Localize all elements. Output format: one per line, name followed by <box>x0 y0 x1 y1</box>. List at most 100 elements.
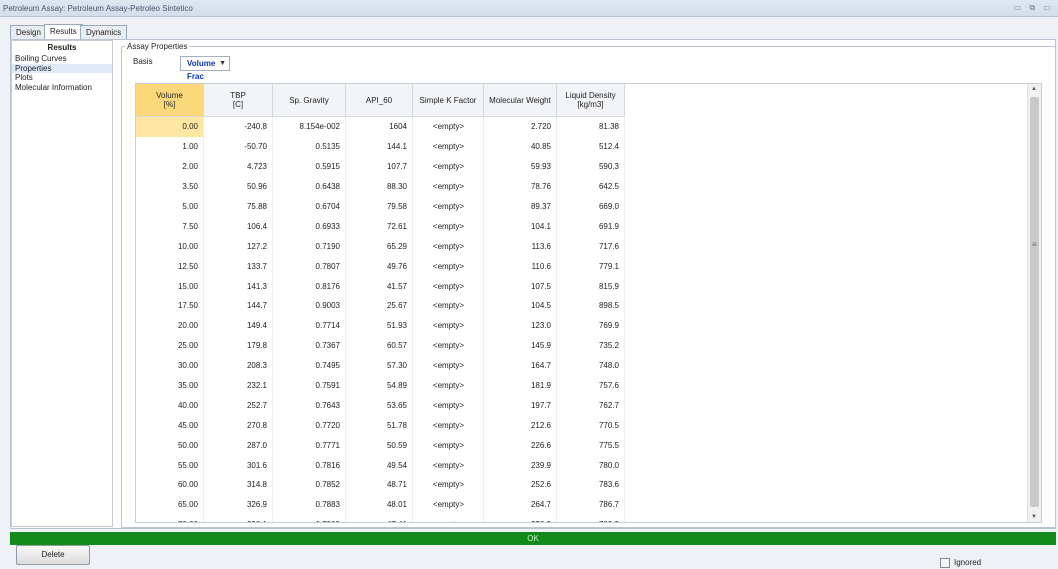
table-cell[interactable]: 0.6438 <box>272 176 346 197</box>
table-cell[interactable]: 314.8 <box>203 475 273 495</box>
table-cell[interactable]: 45.00 <box>136 415 204 436</box>
table-cell[interactable]: 642.5 <box>556 176 625 197</box>
scroll-thumb[interactable] <box>1030 97 1039 507</box>
table-cell[interactable]: 0.7720 <box>272 415 346 436</box>
table-cell[interactable]: 70.00 <box>136 514 204 522</box>
tab-results[interactable]: Results <box>44 24 83 39</box>
table-cell[interactable]: 0.9003 <box>272 296 346 316</box>
table-cell[interactable]: 0.6933 <box>272 216 346 237</box>
column-header-liquid-density[interactable]: Liquid Density [kg/m3] <box>556 84 625 117</box>
column-header-volume[interactable]: Volume [%] <box>136 84 204 117</box>
table-cell[interactable]: <empty> <box>412 276 484 297</box>
table-cell[interactable]: 226.6 <box>483 435 557 456</box>
table-cell[interactable]: 264.7 <box>483 494 557 515</box>
scroll-down-icon[interactable]: ▼ <box>1031 514 1037 520</box>
table-cell[interactable]: 47.41 <box>345 514 413 522</box>
table-cell[interactable]: 0.8176 <box>272 276 346 297</box>
table-cell[interactable]: 2.00 <box>136 156 204 177</box>
table-cell[interactable]: <empty> <box>412 296 484 316</box>
table-row[interactable]: 0.00 -240.8 8.154e-002 1604 <empty> 2.720 81.3… <box>136 116 625 137</box>
table-cell[interactable]: 1604 <box>345 116 413 137</box>
table-cell[interactable]: <empty> <box>412 136 484 157</box>
table-cell[interactable]: 17.50 <box>136 296 204 316</box>
table-cell[interactable]: <empty> <box>412 355 484 376</box>
table-cell[interactable]: 0.7852 <box>272 475 346 495</box>
table-row[interactable]: 70.00338.10.790947.41<empty>276.3789.3 <box>136 514 625 522</box>
checkbox-icon[interactable] <box>940 558 950 568</box>
window-controls[interactable]: ▭ ⧉ ▭ <box>1014 3 1054 13</box>
table-cell[interactable]: <empty> <box>412 415 484 436</box>
table-cell[interactable]: <empty> <box>412 216 484 237</box>
table-cell[interactable]: 141.3 <box>203 276 273 297</box>
table-cell[interactable]: <empty> <box>412 514 484 522</box>
table-cell[interactable]: 0.7591 <box>272 375 346 396</box>
table-cell[interactable]: 79.58 <box>345 196 413 217</box>
table-cell[interactable]: 770.5 <box>556 415 625 436</box>
table-cell[interactable]: 164.7 <box>483 355 557 376</box>
table-cell[interactable]: 55.00 <box>136 455 204 476</box>
table-cell[interactable]: 0.7807 <box>272 256 346 277</box>
properties-grid[interactable]: Volume [%] TBP [C] Sp. Gravity API_60 Simp… <box>135 83 1042 523</box>
table-cell[interactable]: -240.8 <box>203 116 273 137</box>
nav-item-plots[interactable]: Plots <box>12 73 112 83</box>
table-cell[interactable]: 769.9 <box>556 315 625 336</box>
table-cell[interactable]: 51.93 <box>345 315 413 336</box>
table-cell[interactable]: 30.00 <box>136 355 204 376</box>
table-cell[interactable]: 0.7643 <box>272 395 346 416</box>
table-cell[interactable]: <empty> <box>412 455 484 476</box>
table-cell[interactable]: 75.88 <box>203 196 273 217</box>
table-cell[interactable]: 3.50 <box>136 176 204 197</box>
table-cell[interactable]: 65.00 <box>136 494 204 515</box>
tab-design[interactable]: Design <box>10 25 47 39</box>
table-cell[interactable]: 0.7771 <box>272 435 346 456</box>
column-header-tbp[interactable]: TBP [C] <box>203 84 273 117</box>
table-cell[interactable]: 762.7 <box>556 395 625 416</box>
table-cell[interactable]: 4.723 <box>203 156 273 177</box>
table-cell[interactable]: 5.00 <box>136 196 204 217</box>
table-cell[interactable]: <empty> <box>412 475 484 495</box>
table-cell[interactable]: 252.7 <box>203 395 273 416</box>
table-row[interactable]: 10.00 127.2 0.7190 65.29 <empty> 113.6 717.6 <box>136 236 625 257</box>
table-cell[interactable]: 0.7367 <box>272 335 346 356</box>
column-header-simple-k-factor[interactable]: Simple K Factor <box>412 84 484 117</box>
table-row[interactable]: 7.50 106.4 0.6933 72.61 <empty> 104.1 691.9 <box>136 216 625 237</box>
table-cell[interactable]: 669.0 <box>556 196 625 217</box>
table-cell[interactable]: 815.9 <box>556 276 625 297</box>
table-cell[interactable]: <empty> <box>412 335 484 356</box>
table-cell[interactable]: 276.3 <box>483 514 557 522</box>
table-cell[interactable]: 10.00 <box>136 236 204 257</box>
table-cell[interactable]: 49.54 <box>345 455 413 476</box>
table-cell[interactable]: 0.6704 <box>272 196 346 217</box>
table-cell[interactable]: 72.61 <box>345 216 413 237</box>
table-cell[interactable]: 179.8 <box>203 335 273 356</box>
table-cell[interactable]: 89.37 <box>483 196 557 217</box>
table-row[interactable]: 20.00 149.4 0.7714 51.93 <empty> 123.0 769.9 <box>136 315 625 336</box>
table-cell[interactable]: 20.00 <box>136 315 204 336</box>
table-cell[interactable]: 48.01 <box>345 494 413 515</box>
table-cell[interactable]: 779.1 <box>556 256 625 277</box>
table-cell[interactable]: 50.00 <box>136 435 204 456</box>
table-cell[interactable]: 239.9 <box>483 455 557 476</box>
table-cell[interactable]: 110.6 <box>483 256 557 277</box>
table-cell[interactable]: 789.3 <box>556 514 625 522</box>
table-cell[interactable]: 40.00 <box>136 395 204 416</box>
table-cell[interactable]: <empty> <box>412 196 484 217</box>
table-cell[interactable]: <empty> <box>412 116 484 137</box>
table-cell[interactable]: 898.5 <box>556 296 625 316</box>
table-cell[interactable]: 0.00 <box>136 116 204 137</box>
table-cell[interactable]: 301.6 <box>203 455 273 476</box>
table-cell[interactable]: 2.720 <box>483 116 557 137</box>
table-cell[interactable]: <empty> <box>412 256 484 277</box>
nav-item-molecular-information[interactable]: Molecular Information <box>12 83 112 93</box>
table-cell[interactable]: 15.00 <box>136 276 204 297</box>
table-cell[interactable]: 252.6 <box>483 475 557 495</box>
table-cell[interactable]: 104.1 <box>483 216 557 237</box>
scroll-up-icon[interactable]: ▲ <box>1031 86 1037 92</box>
table-cell[interactable]: 0.5915 <box>272 156 346 177</box>
table-cell[interactable]: 208.3 <box>203 355 273 376</box>
table-cell[interactable]: 270.8 <box>203 415 273 436</box>
table-cell[interactable]: 780.0 <box>556 455 625 476</box>
table-cell[interactable]: 25.67 <box>345 296 413 316</box>
table-cell[interactable]: 691.9 <box>556 216 625 237</box>
table-cell[interactable]: 113.6 <box>483 236 557 257</box>
